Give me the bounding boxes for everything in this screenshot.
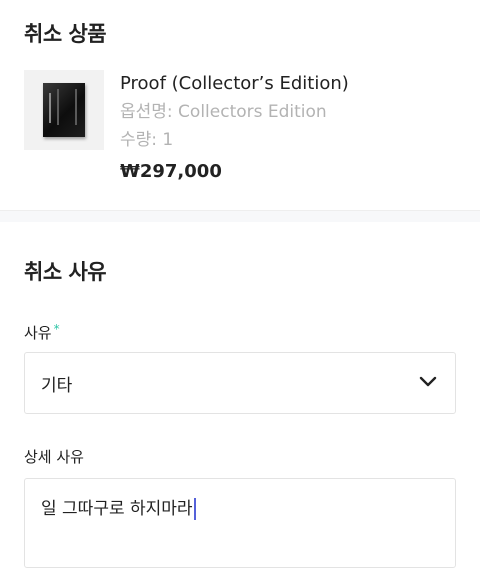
product-info: Proof (Collector’s Edition) 옵션명: Collect… <box>120 72 349 184</box>
reason-select[interactable]: 기타 <box>24 352 456 414</box>
product-name: Proof (Collector’s Edition) <box>120 73 349 94</box>
section-divider <box>0 210 480 222</box>
product-price: ₩297,000 <box>120 161 222 182</box>
cancel-items-title: 취소 상품 <box>24 22 107 46</box>
detail-reason-value: 일 그따구로 하지마라 <box>41 499 193 519</box>
product-quantity: 수량: 1 <box>120 130 174 150</box>
reason-label: 사유 * <box>24 322 60 343</box>
cancel-reason-title: 취소 사유 <box>24 260 107 284</box>
detail-reason-label: 상세 사유 <box>24 448 84 466</box>
detail-reason-textarea[interactable]: 일 그따구로 하지마라 <box>24 478 456 568</box>
chevron-down-icon <box>419 373 437 393</box>
album-box-image <box>43 83 85 137</box>
required-mark: * <box>53 322 60 336</box>
reason-label-text: 사유 <box>24 324 52 342</box>
reason-select-value: 기타 <box>41 375 73 396</box>
product-thumbnail <box>24 70 104 150</box>
text-caret <box>193 498 196 520</box>
product-option: 옵션명: Collectors Edition <box>120 102 327 122</box>
